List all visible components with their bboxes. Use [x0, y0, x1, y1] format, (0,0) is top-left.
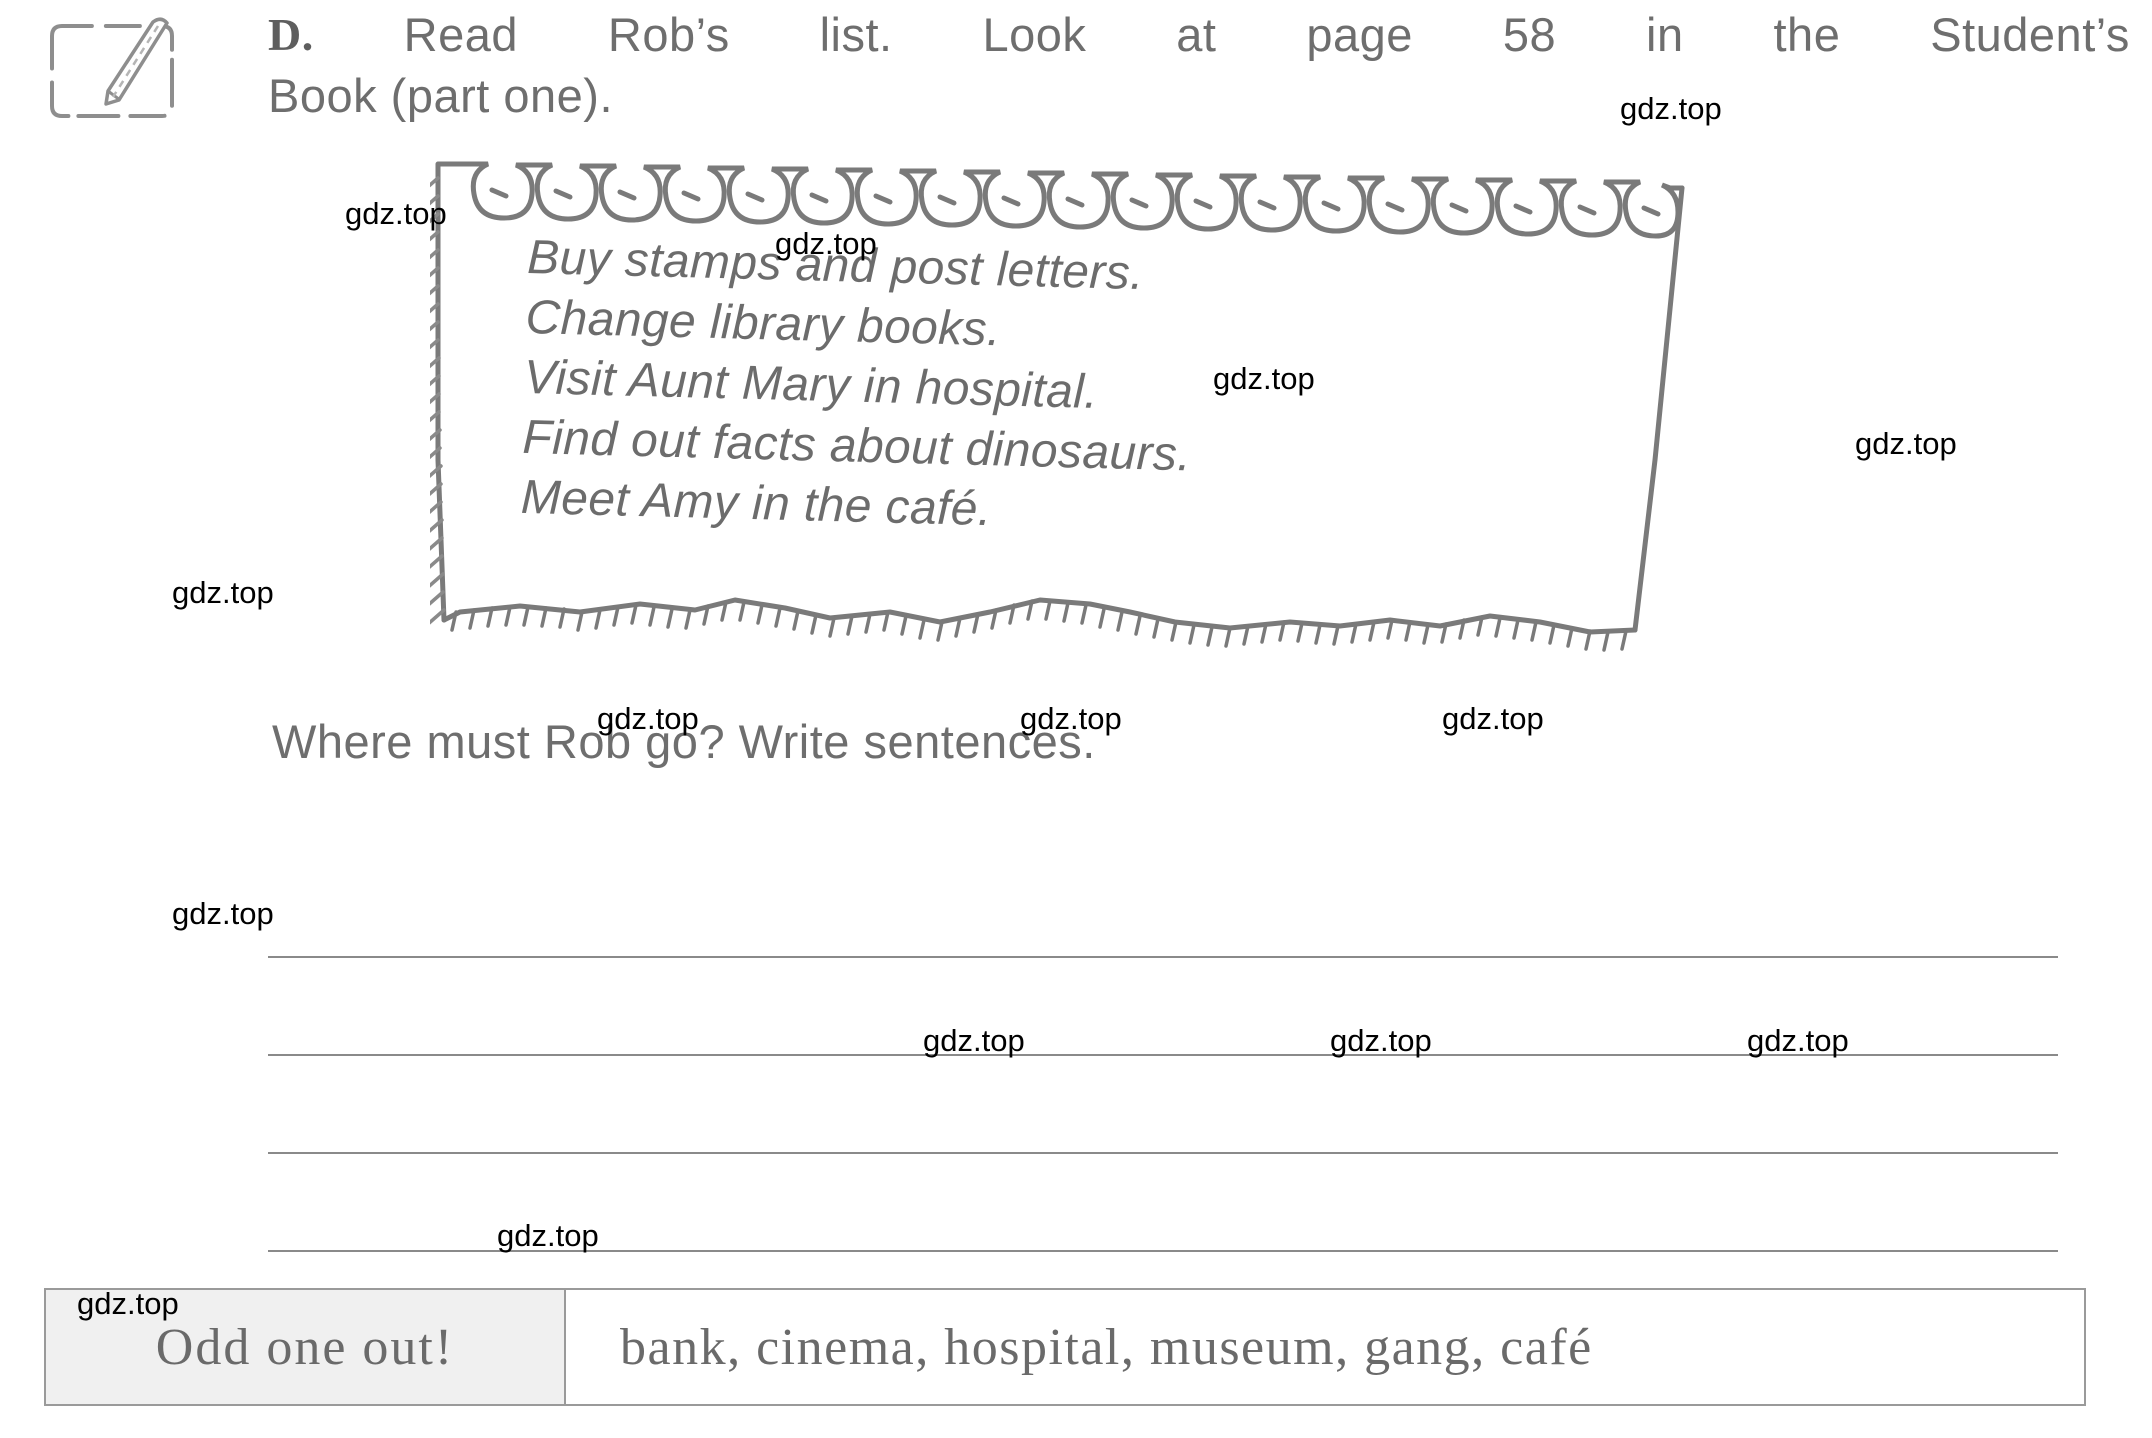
watermark: gdz.top	[497, 1218, 599, 1253]
watermark: gdz.top	[1020, 701, 1122, 736]
instruction-word: page	[1306, 8, 1413, 61]
watermark: gdz.top	[1442, 701, 1544, 736]
watermark: gdz.top	[923, 1023, 1025, 1058]
instruction-line-1: D. Read Rob’s list. Look at page 58 in t…	[268, 4, 2130, 65]
rob-todo-list: Buy stamps and post letters. Change libr…	[520, 228, 1707, 559]
instruction-word: Read	[403, 8, 518, 61]
instruction-line-2: Book (part one).	[268, 69, 614, 122]
watermark: gdz.top	[1213, 361, 1315, 396]
watermark: gdz.top	[775, 226, 877, 261]
instruction-word: Rob’s	[607, 8, 730, 61]
pencil-writing-icon	[40, 14, 190, 129]
instruction-word: the	[1773, 8, 1841, 61]
instruction-word: in	[1646, 8, 1684, 61]
exercise-letter: D.	[268, 9, 314, 60]
instruction-word: Look	[982, 8, 1087, 61]
watermark: gdz.top	[77, 1286, 179, 1321]
watermark: gdz.top	[1747, 1023, 1849, 1058]
watermark: gdz.top	[1855, 426, 1957, 461]
watermark: gdz.top	[597, 701, 699, 736]
exercise-instruction: D. Read Rob’s list. Look at page 58 in t…	[268, 4, 2130, 126]
watermark: gdz.top	[1620, 91, 1722, 126]
instruction-word: at	[1176, 8, 1217, 61]
instruction-word: list.	[819, 8, 893, 61]
watermark: gdz.top	[1330, 1023, 1432, 1058]
odd-one-out-exercise: Odd one out! bank, cinema, hospital, mus…	[44, 1288, 2086, 1406]
odd-one-out-word-list[interactable]: bank, cinema, hospital, museum, gang, ca…	[566, 1290, 2084, 1404]
answer-line[interactable]	[268, 860, 2058, 958]
instruction-page-number: 58	[1502, 8, 1557, 61]
answer-line[interactable]	[268, 1056, 2058, 1154]
watermark: gdz.top	[172, 575, 274, 610]
workbook-page: D. Read Rob’s list. Look at page 58 in t…	[0, 0, 2152, 1438]
instruction-word: Student’s	[1930, 8, 2130, 61]
answer-writing-lines	[268, 860, 2058, 1350]
watermark: gdz.top	[345, 196, 447, 231]
watermark: gdz.top	[172, 896, 274, 931]
